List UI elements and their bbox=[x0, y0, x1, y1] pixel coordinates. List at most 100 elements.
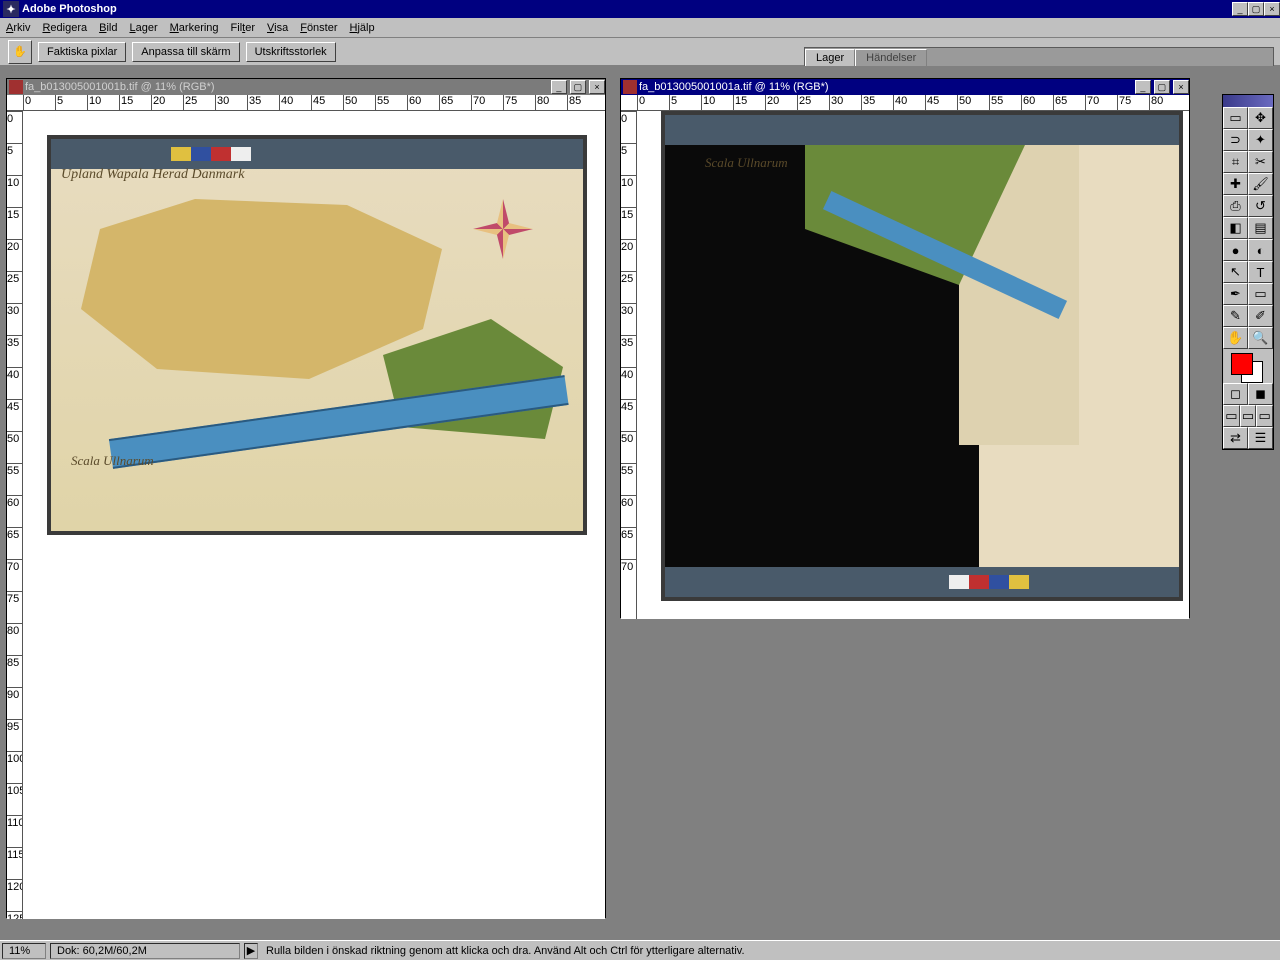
doc1-hruler[interactable]: 0510152025303540455055606570758085 bbox=[7, 95, 605, 111]
doc-icon bbox=[9, 80, 23, 94]
doc1-min[interactable]: _ bbox=[551, 80, 567, 94]
jump-imageready-icon[interactable]: ⇄ bbox=[1223, 427, 1248, 449]
menu-markering[interactable]: Markering bbox=[170, 22, 219, 34]
gradient-tool-icon[interactable]: ▤ bbox=[1248, 217, 1273, 239]
maximize-button[interactable]: ▢ bbox=[1248, 2, 1264, 16]
stamp-tool-icon[interactable]: ⎙ bbox=[1223, 195, 1248, 217]
close-button[interactable]: × bbox=[1264, 2, 1280, 16]
doc2-title: fa_b013005001001a.tif @ 11% (RGB*) bbox=[639, 81, 829, 93]
window-buttons: _ ▢ × bbox=[1232, 2, 1280, 16]
doc2-titlebar[interactable]: fa_b013005001001a.tif @ 11% (RGB*) _ ▢ × bbox=[621, 79, 1189, 95]
doc1-close[interactable]: × bbox=[589, 80, 605, 94]
color-calibration-bar bbox=[171, 147, 251, 161]
doc-size-field[interactable]: Dok: 60,2M/60,2M bbox=[50, 943, 240, 959]
zoom-tool-icon[interactable]: 🔍 bbox=[1248, 327, 1273, 349]
doc2-hruler[interactable]: 05101520253035404550556065707580 bbox=[621, 95, 1189, 111]
tab-handelser[interactable]: Händelser bbox=[855, 49, 927, 66]
doc-icon bbox=[623, 80, 637, 94]
crop-tool-icon[interactable]: ⌗ bbox=[1223, 151, 1248, 173]
brush-tool-icon[interactable]: 🖌 bbox=[1248, 173, 1273, 195]
zoom-field[interactable]: 11% bbox=[2, 943, 46, 959]
doc1-canvas[interactable]: Upland Wapala Herad Danmark Scala Ullnar… bbox=[23, 111, 605, 919]
wand-tool-icon[interactable]: ✦ bbox=[1248, 129, 1273, 151]
mask-mode-row: ◻ ◼ bbox=[1223, 383, 1273, 405]
menu-hjalp[interactable]: Hjälp bbox=[350, 22, 375, 34]
tab-lager[interactable]: Lager bbox=[805, 49, 855, 66]
slice-tool-icon[interactable]: ✂ bbox=[1248, 151, 1273, 173]
doc1-max[interactable]: ▢ bbox=[570, 80, 586, 94]
map2-footer bbox=[665, 567, 1179, 597]
shape-tool-icon[interactable]: ▭ bbox=[1248, 283, 1273, 305]
doc1-title: fa_b013005001001b.tif @ 11% (RGB*) bbox=[25, 81, 215, 93]
menu-arkiv[interactable]: Arkiv bbox=[6, 22, 30, 34]
jump-other-icon[interactable]: ☰ bbox=[1248, 427, 1273, 449]
minimize-button[interactable]: _ bbox=[1232, 2, 1248, 16]
pen-tool-icon[interactable]: ✒ bbox=[1223, 283, 1248, 305]
standard-mode-icon[interactable]: ◻ bbox=[1223, 383, 1248, 405]
quickmask-mode-icon[interactable]: ◼ bbox=[1248, 383, 1273, 405]
map-scale-label: Scala Ullnarum bbox=[71, 453, 154, 469]
tools-grid: ▭✥⊃✦⌗✂✚🖌⎙↺◧▤●◐↖T✒▭✎✐✋🔍 bbox=[1223, 107, 1273, 349]
status-hint: Rulla bilden i önskad riktning genom att… bbox=[260, 945, 751, 957]
current-tool-icon[interactable]: ✋ bbox=[8, 40, 32, 64]
map2-scale-label: Scala Ullnarum bbox=[705, 155, 788, 171]
doc1-canvas-area: 0510152025303540455055606570758085 05101… bbox=[7, 95, 605, 919]
app-titlebar: ✦ Adobe Photoshop _ ▢ × bbox=[0, 0, 1280, 18]
eyedrop-tool-icon[interactable]: ✐ bbox=[1248, 305, 1273, 327]
doc2-vruler[interactable]: 0510152025303540455055606570 bbox=[621, 111, 637, 619]
jump-row: ⇄ ☰ bbox=[1223, 427, 1273, 449]
map2-header bbox=[665, 115, 1179, 145]
foreground-color-swatch[interactable] bbox=[1231, 353, 1253, 375]
dodge-tool-icon[interactable]: ◐ bbox=[1248, 239, 1273, 261]
screen-mode-row: ▭ ▭ ▭ bbox=[1223, 405, 1273, 427]
map1-body: Upland Wapala Herad Danmark Scala Ullnar… bbox=[51, 169, 583, 489]
palette-well: Lager Händelser bbox=[804, 47, 1274, 67]
document-window-2[interactable]: fa_b013005001001a.tif @ 11% (RGB*) _ ▢ ×… bbox=[620, 78, 1190, 618]
menu-visa[interactable]: Visa bbox=[267, 22, 288, 34]
doc2-canvas[interactable]: Scala Ullnarum bbox=[637, 111, 1189, 619]
doc2-min[interactable]: _ bbox=[1135, 80, 1151, 94]
doc2-max[interactable]: ▢ bbox=[1154, 80, 1170, 94]
status-menu-icon[interactable]: ▶ bbox=[244, 943, 258, 959]
lasso-tool-icon[interactable]: ⊃ bbox=[1223, 129, 1248, 151]
compass-rose-icon bbox=[473, 199, 533, 259]
color-swatch bbox=[1223, 349, 1273, 383]
document-window-1[interactable]: fa_b013005001001b.tif @ 11% (RGB*) _ ▢ ×… bbox=[6, 78, 606, 918]
eraser-tool-icon[interactable]: ◧ bbox=[1223, 217, 1248, 239]
status-bar: 11% Dok: 60,2M/60,2M ▶ Rulla bilden i ön… bbox=[0, 940, 1280, 960]
doc2-close[interactable]: × bbox=[1173, 80, 1189, 94]
history-tool-icon[interactable]: ↺ bbox=[1248, 195, 1273, 217]
doc2-image: Scala Ullnarum bbox=[661, 111, 1183, 601]
menu-bild[interactable]: Bild bbox=[99, 22, 117, 34]
color-calibration-bar-2 bbox=[949, 575, 1029, 589]
screen-full-menu-icon[interactable]: ▭ bbox=[1240, 405, 1257, 427]
screen-full-icon[interactable]: ▭ bbox=[1256, 405, 1273, 427]
hand-tool-icon[interactable]: ✋ bbox=[1223, 327, 1248, 349]
actual-pixels-button[interactable]: Faktiska pixlar bbox=[38, 42, 126, 62]
tools-palette[interactable]: ▭✥⊃✦⌗✂✚🖌⎙↺◧▤●◐↖T✒▭✎✐✋🔍 ◻ ◼ ▭ ▭ ▭ ⇄ ☰ bbox=[1222, 94, 1274, 450]
marquee-tool-icon[interactable]: ▭ bbox=[1223, 107, 1248, 129]
app-icon: ✦ bbox=[3, 1, 19, 17]
type-tool-icon[interactable]: T bbox=[1248, 261, 1273, 283]
workspace: fa_b013005001001b.tif @ 11% (RGB*) _ ▢ ×… bbox=[0, 66, 1280, 940]
print-size-button[interactable]: Utskriftsstorlek bbox=[246, 42, 336, 62]
menu-filter[interactable]: Filter bbox=[231, 22, 255, 34]
blur-tool-icon[interactable]: ● bbox=[1223, 239, 1248, 261]
map1-header bbox=[51, 139, 583, 169]
screen-standard-icon[interactable]: ▭ bbox=[1223, 405, 1240, 427]
heal-tool-icon[interactable]: ✚ bbox=[1223, 173, 1248, 195]
doc1-image: Upland Wapala Herad Danmark Scala Ullnar… bbox=[47, 135, 587, 535]
tools-header[interactable] bbox=[1223, 95, 1273, 107]
path-tool-icon[interactable]: ↖ bbox=[1223, 261, 1248, 283]
map-title-script: Upland Wapala Herad Danmark bbox=[61, 167, 244, 183]
menu-redigera[interactable]: Redigera bbox=[42, 22, 87, 34]
doc2-canvas-area: 05101520253035404550556065707580 0510152… bbox=[621, 95, 1189, 619]
move-tool-icon[interactable]: ✥ bbox=[1248, 107, 1273, 129]
menu-lager[interactable]: Lager bbox=[129, 22, 157, 34]
doc1-vruler[interactable]: 0510152025303540455055606570758085909510… bbox=[7, 111, 23, 919]
fit-screen-button[interactable]: Anpassa till skärm bbox=[132, 42, 239, 62]
menu-fonster[interactable]: Fönster bbox=[300, 22, 337, 34]
notes-tool-icon[interactable]: ✎ bbox=[1223, 305, 1248, 327]
doc1-titlebar[interactable]: fa_b013005001001b.tif @ 11% (RGB*) _ ▢ × bbox=[7, 79, 605, 95]
menu-bar: Arkiv Redigera Bild Lager Markering Filt… bbox=[0, 18, 1280, 38]
